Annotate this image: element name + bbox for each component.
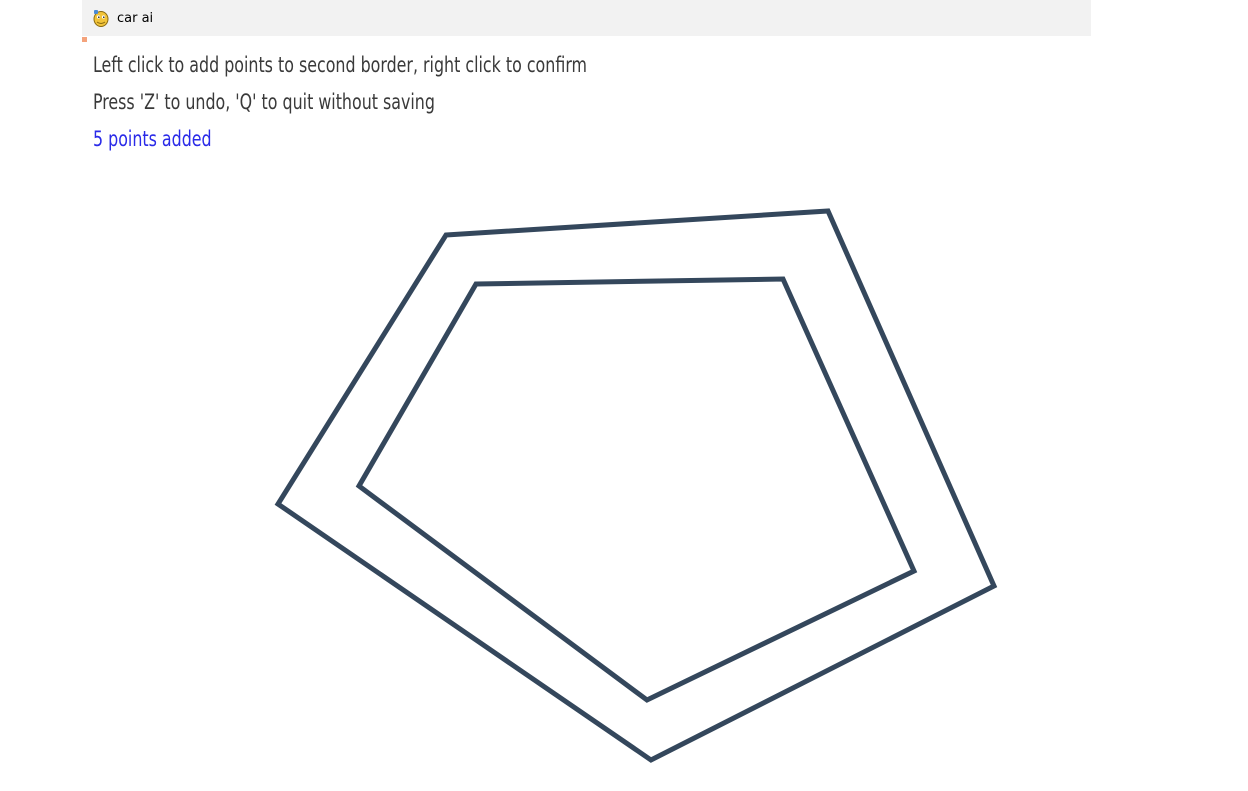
inner-track-border (355, 276, 918, 703)
track-drawing-canvas[interactable] (0, 0, 1248, 791)
outer-track-border (274, 208, 998, 763)
